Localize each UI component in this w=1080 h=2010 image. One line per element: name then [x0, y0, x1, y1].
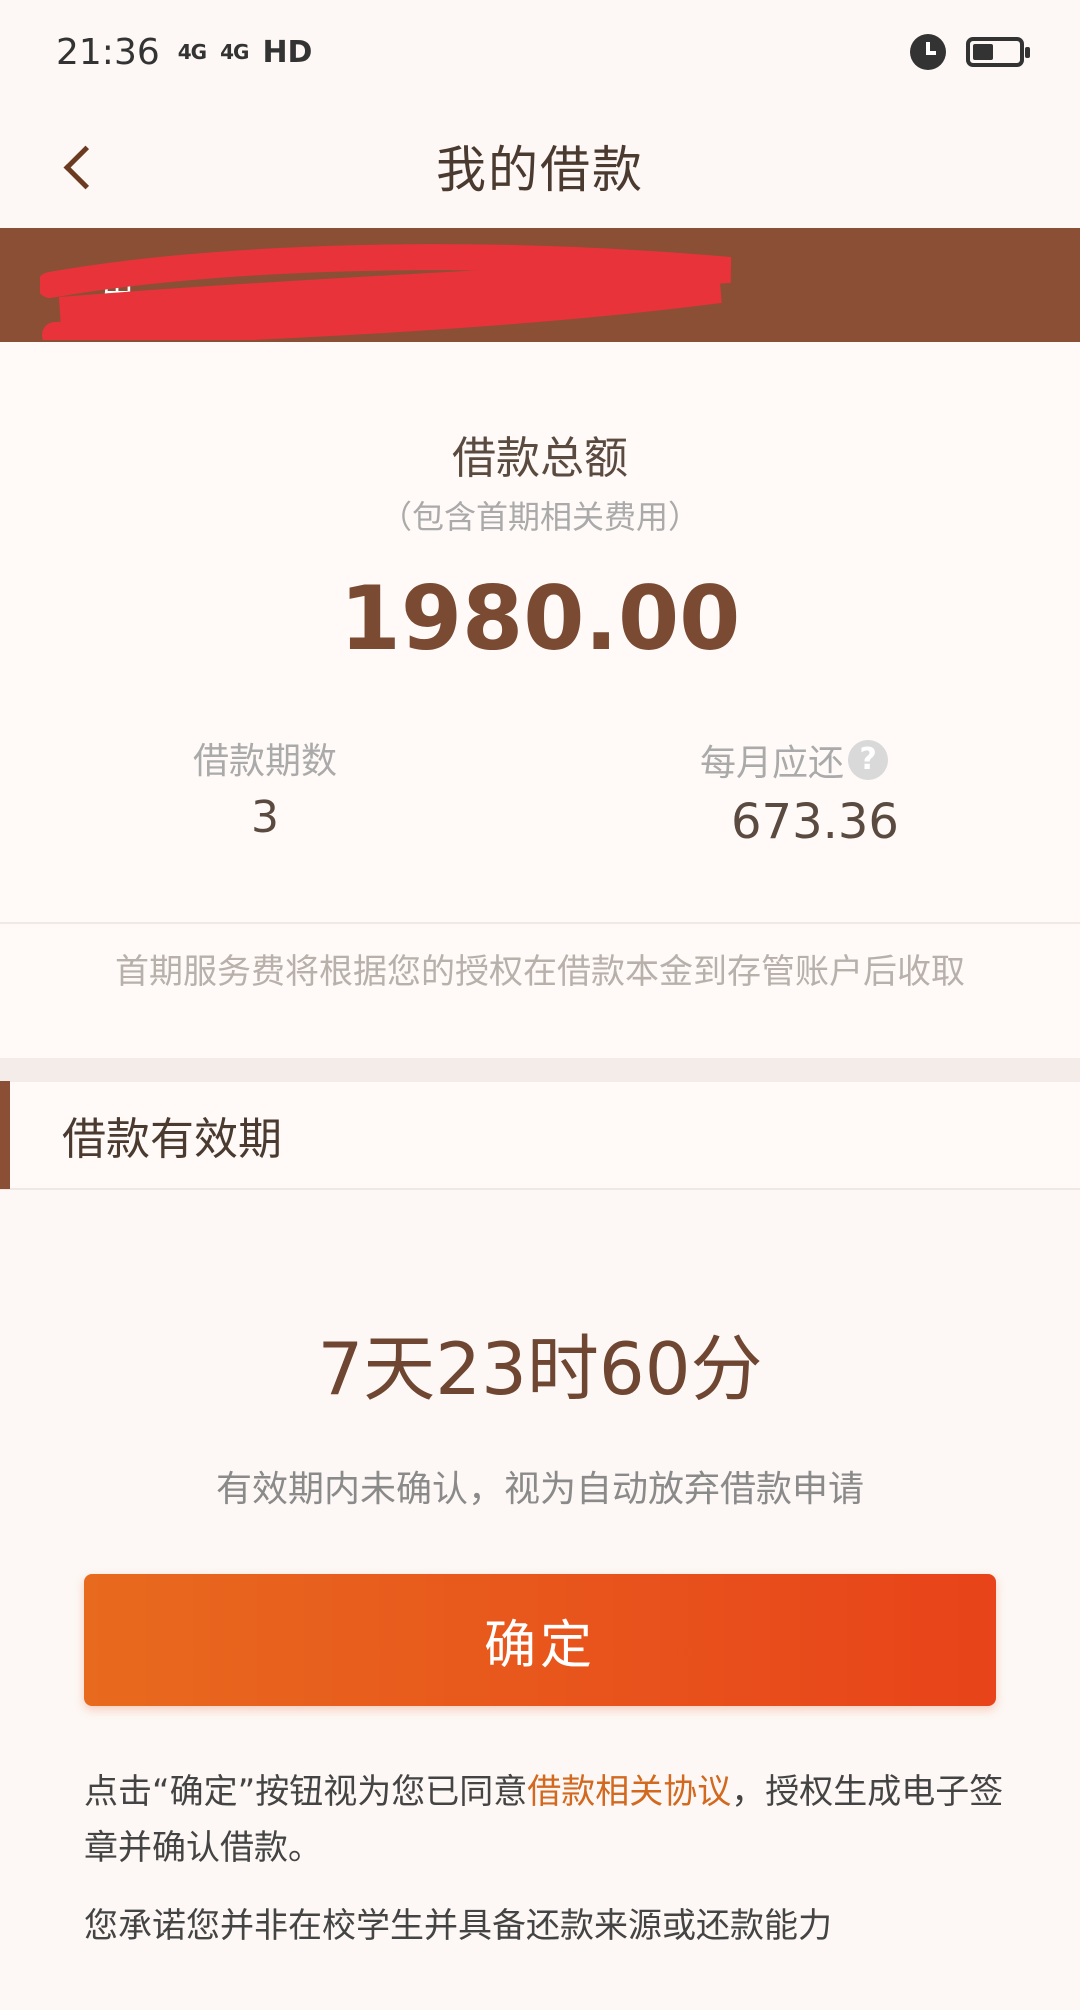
validity-title: 借款有效期 — [62, 1114, 282, 1165]
countdown: 7天23时60分 — [317, 1327, 763, 1411]
nav-bar: 我的借款 — [0, 104, 1080, 228]
term-label: 借款期数 — [192, 741, 337, 782]
signal-icon-1: 4G — [177, 40, 207, 64]
alarm-icon — [910, 34, 946, 70]
total-note: （包含首期相关费用） — [379, 498, 700, 536]
agreement-prefix: 点击“确定”按钮视为您已同意 — [84, 1772, 528, 1812]
account-bar: 甪 — [0, 228, 1080, 342]
total-label: 借款总额 — [452, 433, 628, 484]
hd-icon: HD — [262, 34, 313, 70]
signal-icon-2: 4G — [220, 40, 249, 64]
status-time: 21:36 — [56, 31, 160, 73]
confirm-button[interactable]: 确定 — [84, 1574, 996, 1706]
battery-icon — [966, 37, 1030, 67]
validity-header: 借款有效期 — [0, 1081, 1080, 1190]
monthly-value: 673.36 — [731, 794, 899, 850]
loan-summary: 借款总额 （包含首期相关费用） 1980.00 借款期数 3 每月应还 ? 67… — [0, 342, 1080, 924]
term-value: 3 — [251, 792, 279, 843]
agreement-text: 点击“确定”按钮视为您已同意借款相关协议，授权生成电子签章并确认借款。 — [84, 1764, 1004, 1876]
total-amount: 1980.00 — [339, 567, 741, 670]
back-icon[interactable] — [56, 142, 104, 190]
redaction-scribble — [40, 244, 732, 340]
monthly-label: 每月应还 ? — [700, 734, 889, 786]
agreement-link[interactable]: 借款相关协议 — [527, 1772, 731, 1812]
help-icon[interactable]: ? — [848, 740, 889, 780]
validity-accent-bar — [0, 1081, 10, 1189]
status-bar: 21:36 4G 4G HD — [0, 0, 1080, 104]
status-right — [910, 34, 1030, 70]
promise-text: 您承诺您并非在校学生并具备还款来源或还款能力 — [84, 1906, 832, 1946]
expire-note: 有效期内未确认，视为自动放弃借款申请 — [215, 1469, 864, 1510]
section-gap — [0, 1058, 1080, 1082]
page-title: 我的借款 — [436, 141, 644, 199]
fee-note: 首期服务费将根据您的授权在借款本金到存管账户后收取 — [0, 924, 1080, 1058]
monthly-label-text: 每月应还 — [700, 743, 845, 784]
